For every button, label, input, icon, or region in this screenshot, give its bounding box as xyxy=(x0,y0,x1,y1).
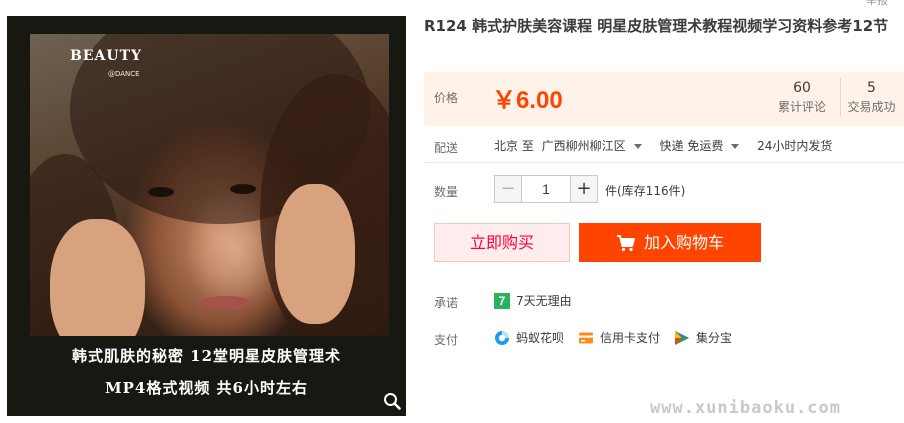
dispatch-time: 24小时内发货 xyxy=(757,139,833,153)
payment-jifenbao-label: 集分宝 xyxy=(696,331,733,345)
quantity-decrease-button[interactable]: − xyxy=(494,175,522,203)
payment-huabei[interactable]: 蚂蚁花呗 xyxy=(494,329,564,346)
shipping-method-select[interactable]: 快递 免运费 xyxy=(660,139,750,153)
promise-label: 承诺 xyxy=(434,296,459,310)
photo-brand-text: BEAUTY xyxy=(70,48,142,64)
sales-stat: 5 交易成功 xyxy=(840,78,902,116)
sales-label: 交易成功 xyxy=(847,100,896,114)
payment-jifenbao[interactable]: 集分宝 xyxy=(674,329,732,346)
image-caption-line2: MP4格式视频 共6小时左右 xyxy=(105,379,308,397)
payment-huabei-label: 蚂蚁花呗 xyxy=(516,331,565,345)
payment-label: 支付 xyxy=(434,333,459,347)
watermark-text: www.xunibaoku.com xyxy=(650,398,841,418)
payment-methods: 蚂蚁花呗 信用卡支付 集分宝 xyxy=(494,329,746,346)
stock-info: 件(库存116件) xyxy=(605,184,686,198)
chevron-down-icon xyxy=(633,144,642,149)
image-caption-line1: 韩式肌肤的秘密 12堂明星皮肤管理术 xyxy=(71,347,342,365)
delivery-row: 北京 至 广西柳州柳江区 快递 免运费 24小时内发货 xyxy=(494,137,836,154)
quantity-label: 数量 xyxy=(434,185,459,199)
add-to-cart-button[interactable]: 加入购物车 xyxy=(579,223,761,262)
product-image[interactable]: BEAUTY @DANCE 韩式肌肤的秘密 12堂明星皮肤管理术 MP4格式视频… xyxy=(7,16,406,416)
delivery-destination-select[interactable]: 广西柳州柳江区 xyxy=(542,139,652,153)
product-title: R124 韩式护肤美容课程 明星皮肤管理术教程视频学习资料参考12节 xyxy=(424,17,889,35)
product-photo: BEAUTY @DANCE xyxy=(30,34,389,336)
reviews-label: 累计评论 xyxy=(777,100,826,114)
promise-text: 7天无理由 xyxy=(516,294,572,308)
price-panel: 价格 ￥6.00 60 累计评论 5 交易成功 xyxy=(424,72,904,126)
delivery-label: 配送 xyxy=(434,141,459,155)
quantity-stepper: − 1 + xyxy=(494,175,598,203)
payment-credit-card[interactable]: 信用卡支付 xyxy=(578,329,660,346)
add-to-cart-label: 加入购物车 xyxy=(643,233,724,252)
credit-card-icon xyxy=(579,332,594,343)
photo-brand-sub: @DANCE xyxy=(108,70,140,78)
product-page: BEAUTY @DANCE 韩式肌肤的秘密 12堂明星皮肤管理术 MP4格式视频… xyxy=(0,0,904,423)
divider xyxy=(424,162,904,163)
reviews-count: 60 xyxy=(793,80,811,96)
chevron-down-icon xyxy=(731,144,740,149)
quantity-input[interactable]: 1 xyxy=(522,175,570,203)
delivery-destination: 广西柳州柳江区 xyxy=(541,139,626,153)
buy-now-button[interactable]: 立即购买 xyxy=(434,223,570,262)
seven-day-icon: 7 xyxy=(494,292,510,309)
price-value: ￥6.00 xyxy=(492,87,563,114)
reviews-stat[interactable]: 60 累计评论 xyxy=(771,78,833,116)
sales-count: 5 xyxy=(867,80,876,96)
huabei-icon xyxy=(495,330,509,345)
report-link[interactable]: 举报 xyxy=(866,0,888,8)
shipping-method: 快递 免运费 xyxy=(659,139,724,153)
price-label: 价格 xyxy=(434,91,459,105)
promise-row[interactable]: 7 7天无理由 xyxy=(494,292,572,309)
jifenbao-icon xyxy=(675,330,690,345)
cart-icon xyxy=(616,234,635,251)
zoom-icon[interactable] xyxy=(383,392,401,410)
delivery-origin: 北京 至 xyxy=(494,139,534,153)
payment-credit-card-label: 信用卡支付 xyxy=(600,331,661,345)
quantity-increase-button[interactable]: + xyxy=(570,175,598,203)
